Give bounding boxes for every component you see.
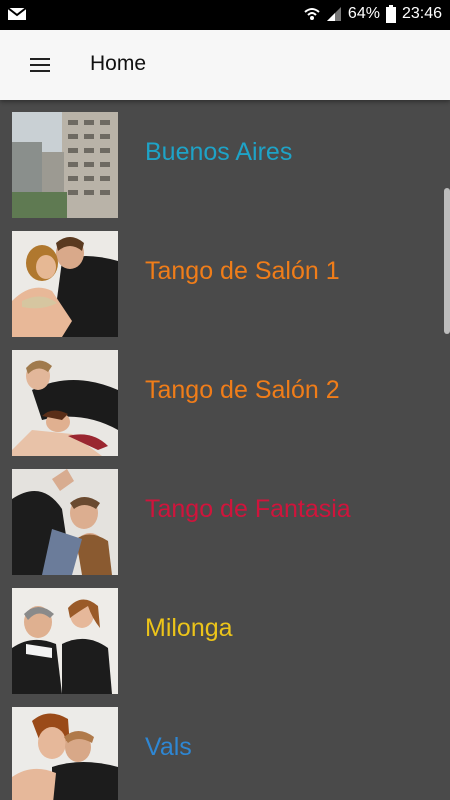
list-item-buenos-aires[interactable]: Buenos Aires bbox=[0, 100, 450, 219]
tango-de-salon-1-thumbnail bbox=[12, 231, 118, 337]
milonga-thumbnail bbox=[12, 588, 118, 694]
list-item-milonga[interactable]: Milonga bbox=[0, 576, 450, 695]
tango-de-salon-2-thumbnail bbox=[12, 350, 118, 456]
dance-list: Buenos Aires Tango de Salón 1 Tango de S… bbox=[0, 100, 450, 800]
page-title: Home bbox=[90, 52, 147, 75]
clock: 23:46 bbox=[401, 5, 442, 22]
tango-de-fantasia-thumbnail bbox=[12, 469, 118, 575]
menu-button[interactable] bbox=[20, 50, 60, 80]
list-item-label: Tango de Fantasia bbox=[145, 495, 351, 523]
mail-notification-icon bbox=[8, 7, 26, 20]
scrollbar[interactable] bbox=[444, 188, 450, 334]
list-item-tango-de-salon-2[interactable]: Tango de Salón 2 bbox=[0, 338, 450, 457]
list-item-label: Vals bbox=[145, 733, 192, 761]
list-item-vals[interactable]: Vals bbox=[0, 695, 450, 800]
vals-thumbnail bbox=[12, 707, 118, 800]
status-bar: 64% 23:46 bbox=[0, 0, 450, 30]
list-item-label: Tango de Salón 1 bbox=[145, 257, 340, 285]
buenos-aires-thumbnail bbox=[12, 112, 118, 218]
list-item-label: Milonga bbox=[145, 614, 233, 642]
battery-icon bbox=[385, 5, 396, 23]
battery-percent: 64% bbox=[347, 5, 380, 22]
app-bar: Home bbox=[0, 30, 450, 100]
wifi-icon bbox=[304, 8, 320, 20]
list-item-label: Buenos Aires bbox=[145, 138, 293, 166]
list-item-label: Tango de Salón 2 bbox=[145, 376, 340, 404]
signal-icon bbox=[326, 7, 341, 21]
list-item-tango-de-fantasia[interactable]: Tango de Fantasia bbox=[0, 457, 450, 576]
list-item-tango-de-salon-1[interactable]: Tango de Salón 1 bbox=[0, 219, 450, 338]
